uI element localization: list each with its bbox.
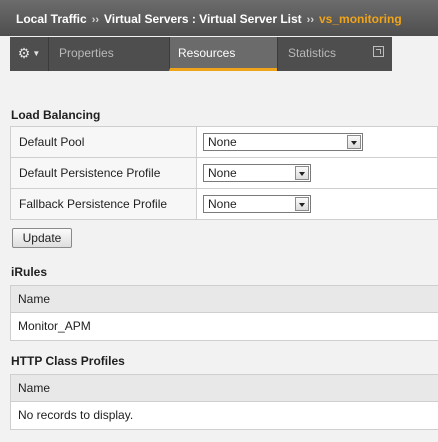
default-pool-value: None (208, 135, 237, 149)
load-balancing-table: Default Pool None Default Persistence Pr… (10, 126, 438, 220)
list-item[interactable]: Monitor_APM (11, 313, 438, 341)
irules-title: iRules (11, 265, 48, 279)
chevron-down-icon: ▼ (32, 49, 41, 59)
default-persistence-cell: None (196, 157, 438, 189)
load-balancing-title: Load Balancing (11, 108, 101, 122)
http-class-title: HTTP Class Profiles (11, 354, 125, 368)
irules-name-header[interactable]: Name (11, 286, 438, 313)
empty-message: No records to display. (11, 402, 438, 430)
breadcrumb-local-traffic[interactable]: Local Traffic (16, 12, 87, 26)
irules-list: Name Monitor_APM (10, 285, 438, 341)
table-row: Default Pool None (10, 126, 438, 158)
default-pool-cell: None (196, 126, 438, 158)
update-button[interactable]: Update (12, 228, 72, 248)
breadcrumb-virtual-server-list[interactable]: Virtual Servers : Virtual Server List (104, 12, 302, 26)
table-row: Fallback Persistence Profile None (10, 188, 438, 220)
gear-menu-button[interactable]: ⚙ ▼ (10, 37, 48, 71)
breadcrumb-separator: ›› (306, 14, 314, 26)
fallback-persistence-label: Fallback Persistence Profile (10, 188, 197, 220)
default-pool-select[interactable]: None (203, 133, 363, 151)
popout-icon[interactable] (373, 46, 384, 57)
chevron-down-icon[interactable] (295, 166, 309, 180)
tab-statistics[interactable]: Statistics (277, 37, 392, 71)
header-bar: Local Traffic ›› Virtual Servers : Virtual… (0, 0, 438, 36)
fallback-persistence-select[interactable]: None (203, 195, 311, 213)
tab-properties[interactable]: Properties (48, 37, 169, 71)
default-pool-label: Default Pool (10, 126, 197, 158)
tab-statistics-label: Statistics (288, 46, 337, 60)
breadcrumb-separator: ›› (91, 14, 100, 26)
default-persistence-label: Default Persistence Profile (10, 157, 197, 189)
http-class-name-header[interactable]: Name (11, 375, 438, 402)
chevron-down-icon[interactable] (347, 135, 361, 149)
tab-bar: ⚙ ▼ Properties Resources Statistics (10, 37, 392, 71)
chevron-down-icon[interactable] (295, 197, 309, 211)
default-persistence-select[interactable]: None (203, 164, 311, 182)
tab-resources[interactable]: Resources (169, 37, 277, 71)
table-row: Default Persistence Profile None (10, 157, 438, 189)
default-persistence-value: None (208, 166, 237, 180)
breadcrumb-current: vs_monitoring (319, 12, 402, 26)
fallback-persistence-value: None (208, 197, 237, 211)
gear-icon: ⚙ (17, 45, 31, 61)
breadcrumb: Local Traffic ›› Virtual Servers : Virtual… (16, 12, 402, 28)
fallback-persistence-cell: None (196, 188, 438, 220)
http-class-list: Name No records to display. (10, 374, 438, 430)
